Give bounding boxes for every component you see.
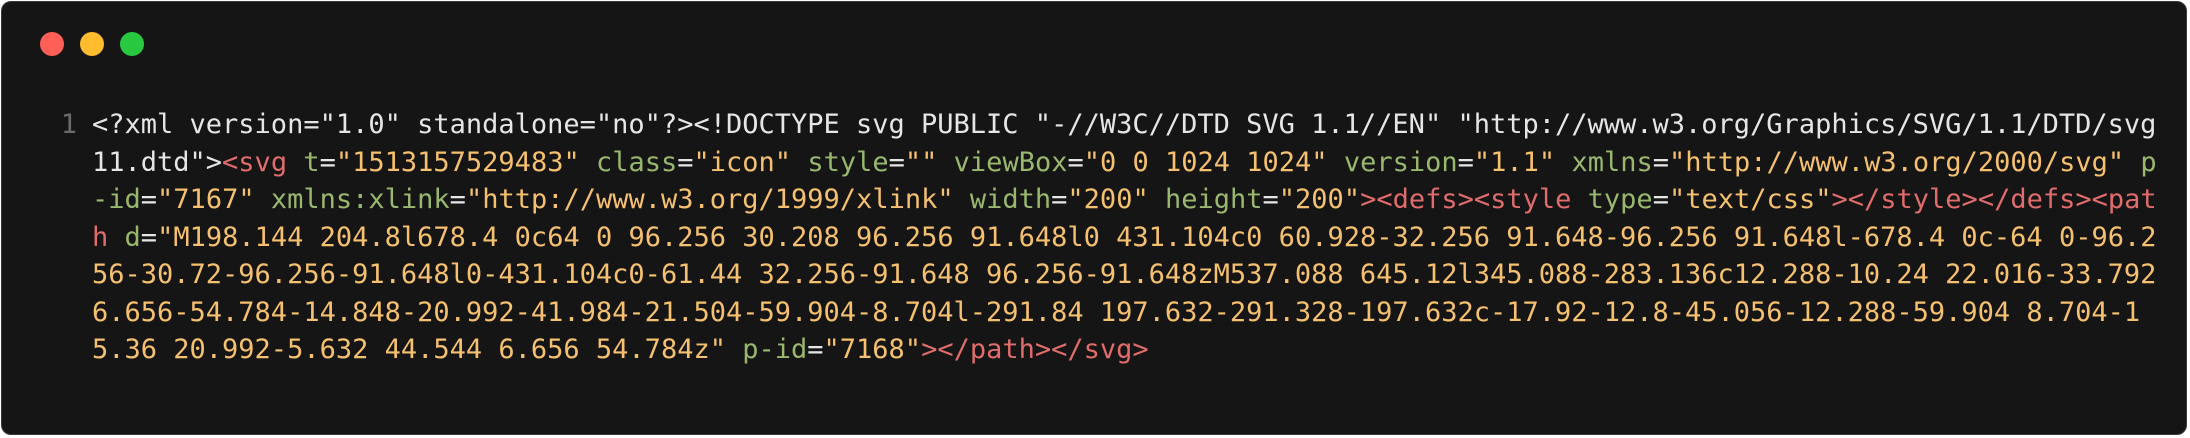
code-token: t: [303, 146, 320, 178]
code-token: =: [1457, 146, 1474, 178]
code-token: "200": [1067, 184, 1149, 215]
code-token: =: [1262, 184, 1279, 215]
code-token: version: [1343, 146, 1458, 178]
code-token: p-id: [742, 334, 808, 365]
code-token: type: [1587, 184, 1653, 215]
code-line[interactable]: <?xml version="1.0" standalone="no"?><!D…: [92, 106, 2162, 369]
code-token: =: [140, 221, 158, 253]
code-token: =: [140, 184, 158, 215]
code-token: xmlns: [1571, 146, 1653, 178]
code-token: d: [124, 221, 141, 253]
code-token: =: [677, 146, 694, 178]
code-token: =: [1067, 146, 1084, 178]
code-token: "http://www.w3.org/1999/xlink": [465, 184, 954, 215]
code-token: "1513157529483": [335, 146, 580, 178]
code-token: =: [449, 184, 466, 215]
code-token: "200": [1278, 184, 1361, 215]
code-token: ><defs><style: [1360, 184, 1572, 215]
code-token: height: [1164, 184, 1263, 215]
code-token: "7167": [157, 184, 255, 215]
code-token: "1.1": [1473, 146, 1556, 178]
code-token: class: [595, 146, 678, 178]
code-token: style: [807, 146, 889, 178]
code-token: "": [904, 146, 938, 178]
close-button[interactable]: [40, 32, 64, 56]
code-token: "0 0 1024 1024": [1083, 146, 1328, 178]
code-token: ></path></svg>: [921, 334, 1149, 365]
code-token: viewBox: [953, 146, 1068, 178]
code-window: 1 <?xml version="1.0" standalone="no"?><…: [1, 1, 2187, 435]
code-token: =: [807, 334, 824, 365]
code-token: "icon": [693, 146, 792, 178]
zoom-button[interactable]: [120, 32, 144, 56]
code-token: =: [888, 146, 905, 178]
code-token: =: [1652, 146, 1669, 178]
code-token: =: [1051, 184, 1068, 215]
code-token: <svg: [222, 146, 288, 178]
code-token: "http://www.w3.org/2000/svg": [1669, 146, 2125, 178]
code-token: "7168": [823, 334, 922, 365]
code-token: "text/css": [1668, 184, 1832, 215]
code-token: xmlns:xlink: [270, 184, 450, 215]
minimize-button[interactable]: [80, 32, 104, 56]
code-token: =: [1652, 184, 1669, 215]
code-token: width: [969, 184, 1052, 215]
code-token: =: [319, 146, 336, 178]
line-number: 1: [60, 109, 77, 140]
